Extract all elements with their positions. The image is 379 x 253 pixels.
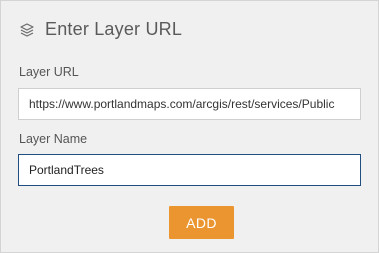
layers-icon xyxy=(19,22,35,38)
layer-url-input[interactable] xyxy=(18,88,361,120)
layer-url-label: Layer URL xyxy=(19,65,79,79)
layer-name-label: Layer Name xyxy=(19,132,88,146)
add-button[interactable]: ADD xyxy=(169,206,234,239)
add-layer-panel: Enter Layer URL Layer URL Layer Name ADD xyxy=(0,0,379,253)
panel-header: Enter Layer URL xyxy=(19,19,182,40)
layer-name-input[interactable] xyxy=(18,154,361,186)
panel-title: Enter Layer URL xyxy=(45,19,183,39)
